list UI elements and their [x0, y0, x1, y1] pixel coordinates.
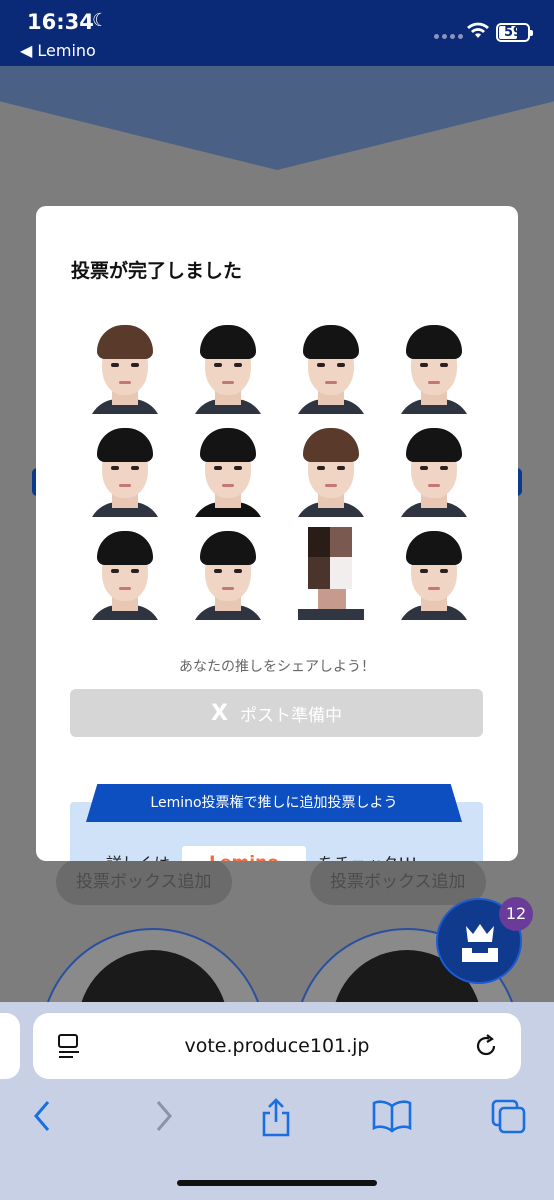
bookmarks-icon[interactable] — [372, 1098, 412, 1134]
lemino-detail-prefix: 詳しくは — [106, 850, 170, 861]
trainee-avatar — [82, 525, 168, 620]
trainee-avatar — [82, 422, 168, 517]
trainee-avatar-pixelated — [288, 525, 374, 620]
crown-ballot-icon — [462, 924, 498, 962]
moon-icon: ☾ — [92, 10, 109, 31]
tabs-icon[interactable] — [490, 1098, 528, 1136]
lemino-logo-link[interactable]: Lemino — [182, 846, 307, 861]
status-time: 16:34 — [27, 10, 94, 34]
status-bar: 16:34 ☾ ◀ Lemino 59 — [0, 0, 554, 66]
battery-icon: 59 — [496, 23, 533, 42]
address-bar[interactable]: vote.produce101.jp — [33, 1013, 521, 1079]
reload-icon[interactable] — [473, 1033, 499, 1059]
post-button[interactable]: X ポスト準備中 — [70, 689, 483, 737]
url-text: vote.produce101.jp — [184, 1035, 370, 1057]
modal-title: 投票が完了しました — [71, 260, 243, 282]
lemino-detail-suffix: をチェック!!! — [318, 850, 417, 861]
add-vote-box-button-2[interactable]: 投票ボックス追加 — [310, 859, 486, 905]
trainee-avatar — [391, 422, 477, 517]
battery-level: 59 — [503, 25, 523, 40]
back-to-app-link[interactable]: ◀ Lemino — [20, 41, 96, 60]
trainee-avatar — [185, 422, 271, 517]
trainee-avatar — [391, 319, 477, 414]
trainee-avatar — [185, 525, 271, 620]
back-icon[interactable] — [30, 1098, 56, 1134]
share-prompt: あなたの推しをシェアしよう！ — [179, 659, 375, 675]
trainee-photo-grid — [82, 319, 478, 620]
trainee-avatar — [82, 319, 168, 414]
previous-tab-preview[interactable] — [0, 1013, 20, 1079]
wifi-icon — [467, 22, 489, 38]
add-vote-box-button-1[interactable]: 投票ボックス追加 — [56, 859, 232, 905]
trainee-avatar — [288, 319, 374, 414]
post-button-label: ポスト準備中 — [239, 705, 342, 726]
forward-icon[interactable] — [150, 1098, 176, 1134]
cellular-signal-icon — [434, 34, 463, 39]
vote-count-badge: 12 — [499, 897, 533, 931]
lemino-promo-text: 詳しくは Lemino をチェック!!! — [106, 846, 417, 861]
lemino-promo-ribbon: Lemino投票権で推しに追加投票しよう — [86, 784, 462, 822]
trainee-avatar — [288, 422, 374, 517]
x-logo-icon: X — [211, 700, 228, 726]
vote-complete-modal: 投票が完了しました あなたの推しをシェアしよう！ X ポスト準備中 Lemino… — [36, 206, 518, 861]
share-icon[interactable] — [258, 1098, 294, 1138]
trainee-avatar — [185, 319, 271, 414]
home-indicator — [177, 1180, 377, 1186]
trainee-avatar — [391, 525, 477, 620]
